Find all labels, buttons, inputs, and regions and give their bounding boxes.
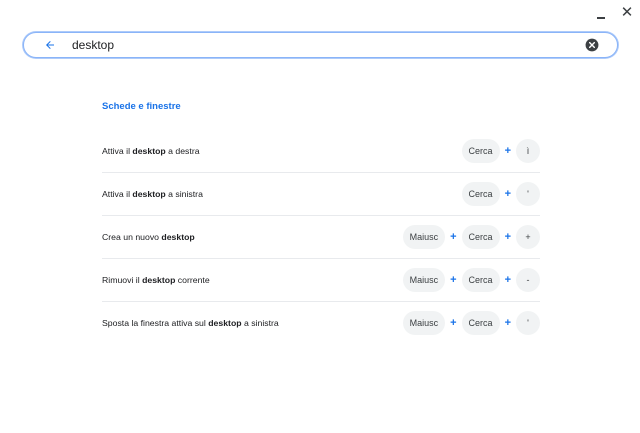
shortcut-row: Attiva il desktop a sinistra Cerca + ' [102,173,540,216]
key-chip: ' [516,311,540,335]
search-match-highlight: desktop [208,318,242,328]
clear-search-button[interactable] [583,36,601,54]
key-chip: Maiusc [402,311,446,335]
shortcut-keys: Cerca + ì [461,139,540,163]
key-chip: Cerca [461,311,500,335]
shortcut-keys: Maiusc + Cerca + - [402,268,540,292]
plus-separator: + [450,274,457,286]
key-chip: Cerca [461,225,500,249]
key-chip: Cerca [461,182,500,206]
plus-separator: + [504,317,511,329]
key-chip: - [516,268,540,292]
description-text: corrente [175,275,210,285]
shortcut-description: Rimuovi il desktop corrente [102,275,210,285]
plus-separator: + [504,231,511,243]
minimize-button[interactable] [588,0,614,26]
search-match-highlight: desktop [161,232,195,242]
search-input[interactable] [72,35,583,55]
search-match-highlight: desktop [132,146,166,156]
shortcut-keys: Maiusc + Cerca + ' [402,311,540,335]
description-text: a sinistra [241,318,279,328]
close-icon: ✕ [620,3,634,21]
plus-separator: + [450,317,457,329]
shortcut-row: Crea un nuovo desktop Maiusc + Cerca + + [102,216,540,259]
section-title: Schede e finestre [102,101,181,112]
key-chip: + [516,225,540,249]
description-text: a destra [165,146,200,156]
shortcut-row: Sposta la finestra attiva sul desktop a … [102,302,540,344]
search-match-highlight: desktop [132,189,166,199]
key-chip: ' [516,182,540,206]
description-text: Attiva il [102,146,133,156]
close-button[interactable]: ✕ [614,0,640,26]
shortcut-description: Attiva il desktop a destra [102,146,200,156]
window-controls: ✕ [588,0,640,26]
description-text: Sposta la finestra attiva sul [102,318,209,328]
arrow-back-icon [46,41,54,49]
search-match-highlight: desktop [142,275,176,285]
plus-separator: + [504,274,511,286]
description-text: Rimuovi il [102,275,143,285]
description-text: a sinistra [165,189,203,199]
key-chip: Cerca [461,139,500,163]
shortcut-description: Attiva il desktop a sinistra [102,189,203,199]
search-bar [23,32,618,58]
shortcut-row: Rimuovi il desktop corrente Maiusc + Cerca +… [102,259,540,302]
key-chip: Cerca [461,268,500,292]
shortcut-row: Attiva il desktop a destra Cerca + ì [102,130,540,173]
key-chip: ì [516,139,540,163]
shortcut-list: Attiva il desktop a destra Cerca + ì Attiva … [102,130,540,344]
shortcut-keys: Cerca + ' [461,182,540,206]
description-text: Crea un nuovo [102,232,162,242]
shortcut-description: Crea un nuovo desktop [102,232,195,242]
clear-circle-icon [585,38,599,52]
plus-separator: + [504,188,511,200]
minimize-icon [597,17,605,19]
shortcut-description: Sposta la finestra attiva sul desktop a … [102,318,279,328]
shortcut-keys: Maiusc + Cerca + + [402,225,540,249]
key-chip: Maiusc [402,268,446,292]
plus-separator: + [504,145,511,157]
back-button[interactable] [39,34,61,56]
key-chip: Maiusc [402,225,446,249]
description-text: Attiva il [102,189,133,199]
plus-separator: + [450,231,457,243]
